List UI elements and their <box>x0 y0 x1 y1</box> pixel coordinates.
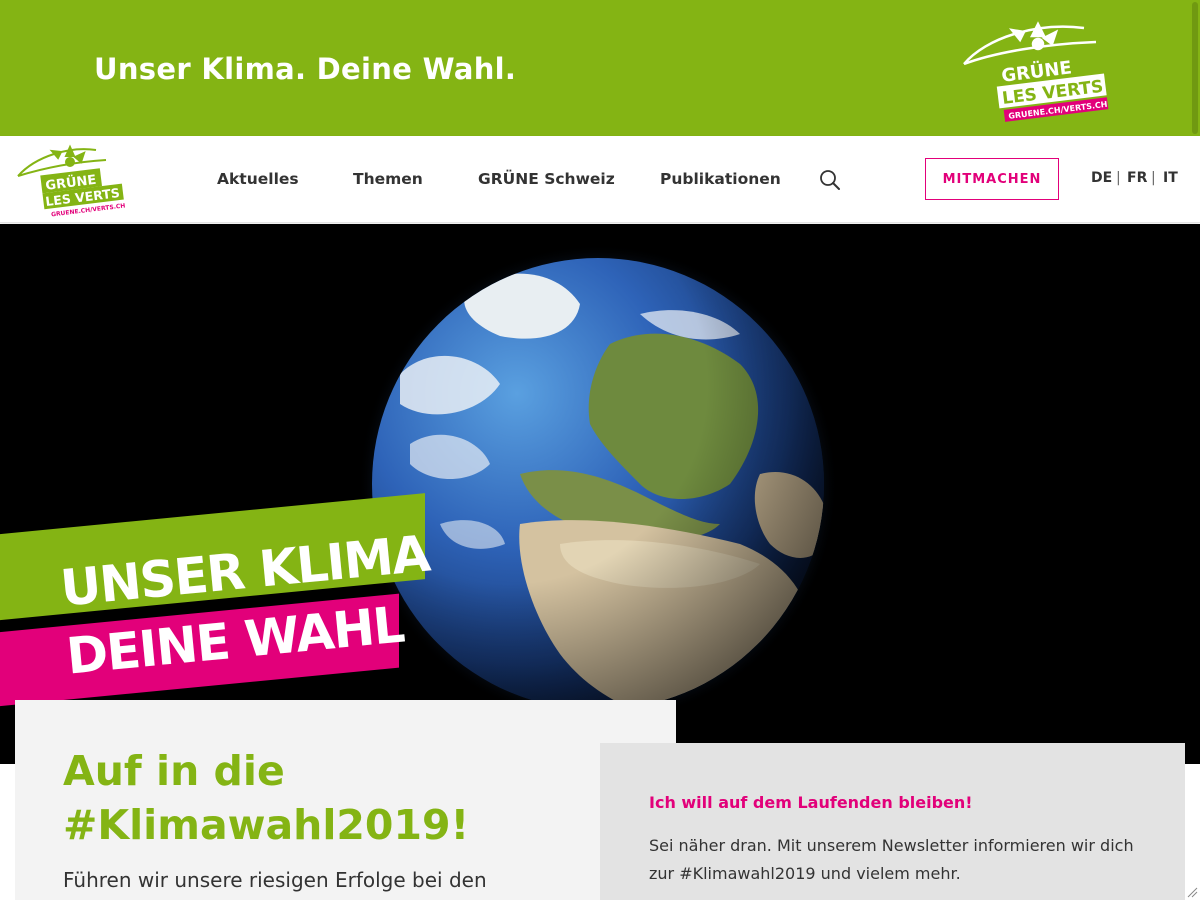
newsletter-card: Ich will auf dem Laufenden bleiben! Sei … <box>600 743 1185 900</box>
resize-grip-icon[interactable] <box>1186 886 1198 898</box>
nav-item-publikationen[interactable]: Publikationen <box>660 170 781 188</box>
intro-card: Auf in die #Klimawahl2019! Führen wir un… <box>15 700 676 900</box>
intro-title: Auf in die #Klimawahl2019! <box>63 744 469 852</box>
lang-fr[interactable]: FR <box>1127 170 1147 186</box>
newsletter-title: Ich will auf dem Laufenden bleiben! <box>649 793 973 812</box>
lang-it[interactable]: IT <box>1163 170 1178 186</box>
lang-separator: | <box>1151 170 1156 186</box>
gruene-logo[interactable]: GRÜNE LES VERTS GRUENE.CH/VERTS.CH <box>956 18 1112 122</box>
nav-item-gruene-schweiz[interactable]: GRÜNE Schweiz <box>478 170 615 188</box>
intro-title-line-2: #Klimawahl2019! <box>63 801 470 849</box>
hero-banner: UNSER KLIMA DEINE WAHL <box>0 224 1200 764</box>
intro-title-line-1: Auf in die <box>63 747 285 795</box>
lang-separator: | <box>1116 170 1121 186</box>
search-icon[interactable] <box>818 168 842 192</box>
nav-item-themen[interactable]: Themen <box>353 170 423 188</box>
lang-de[interactable]: DE <box>1091 170 1112 186</box>
newsletter-text: Sei näher dran. Mit unserem Newsletter i… <box>649 836 1134 883</box>
mitmachen-button[interactable]: MITMACHEN <box>925 158 1059 200</box>
scrollbar-thumb[interactable] <box>1192 2 1198 134</box>
gruene-nav-logo[interactable]: GRÜNE LES VERTS GRUENE.CH/VERTS.CH <box>14 142 128 218</box>
nav-item-aktuelles[interactable]: Aktuelles <box>217 170 299 188</box>
sunflower-icon <box>963 21 1097 66</box>
top-banner: Unser Klima. Deine Wahl. GRÜNE LES VERTS… <box>0 0 1200 136</box>
banner-slogan: Unser Klima. Deine Wahl. <box>94 52 517 86</box>
intro-text: Führen wir unsere riesigen Erfolge bei d… <box>63 868 487 892</box>
